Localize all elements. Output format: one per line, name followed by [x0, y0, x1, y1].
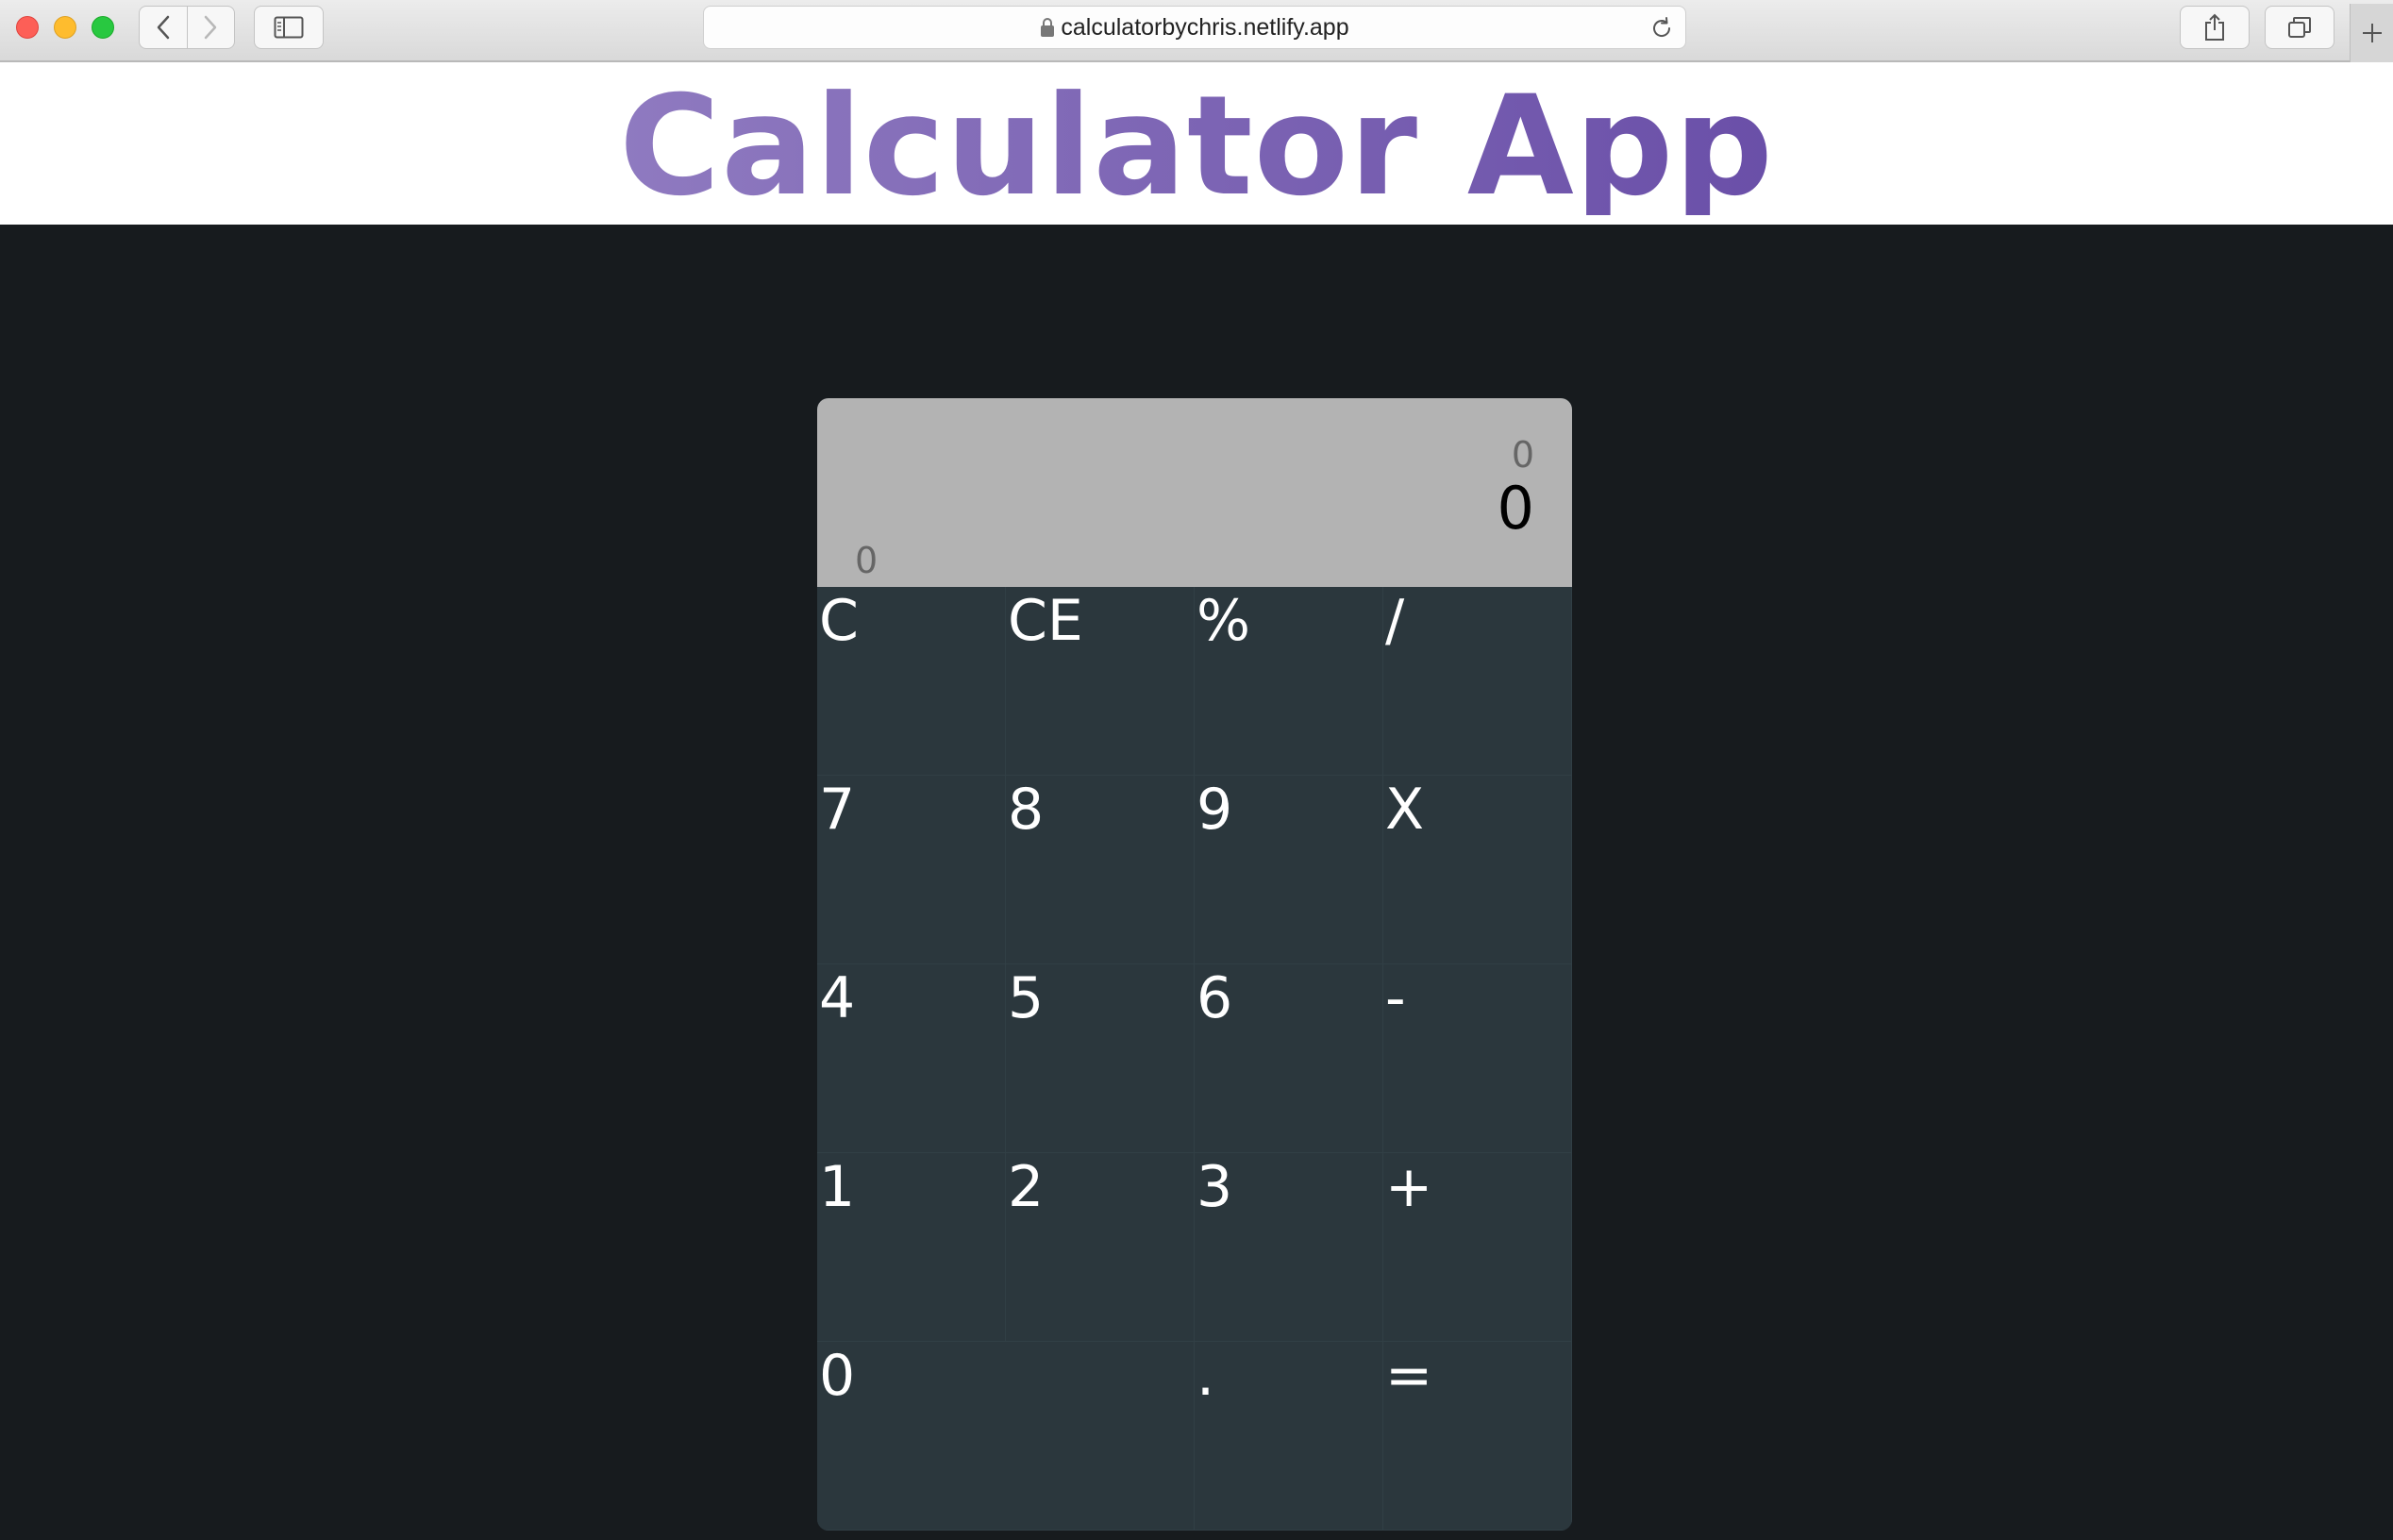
equals-button[interactable]: = — [1383, 1342, 1572, 1531]
plus-icon — [2362, 24, 2382, 42]
minimize-window-button[interactable] — [54, 16, 76, 39]
url-text: calculatorbychris.netlify.app — [1061, 13, 1349, 41]
chevron-left-icon — [157, 15, 169, 40]
tabs-icon — [2288, 17, 2311, 38]
add-button[interactable]: + — [1383, 1153, 1572, 1342]
zoom-window-button[interactable] — [92, 16, 114, 39]
subtract-button[interactable]: - — [1383, 964, 1572, 1153]
forward-button[interactable] — [186, 7, 235, 48]
sidebar-toggle-button[interactable] — [254, 6, 324, 49]
close-window-button[interactable] — [16, 16, 39, 39]
display-indicator: 0 — [855, 540, 879, 581]
digit-8-button[interactable]: 8 — [1006, 776, 1195, 964]
page-title: Calculator App — [619, 66, 1774, 226]
share-button[interactable] — [2180, 6, 2250, 49]
page-header: Calculator App — [0, 62, 2393, 225]
decimal-button[interactable]: . — [1195, 1342, 1383, 1531]
chevron-right-icon — [205, 15, 217, 40]
digit-5-button[interactable]: 5 — [1006, 964, 1195, 1153]
new-tab-button[interactable] — [2350, 4, 2393, 62]
browser-toolbar: calculatorbychris.netlify.app — [0, 0, 2393, 62]
navigation-buttons — [139, 6, 235, 49]
digit-2-button[interactable]: 2 — [1006, 1153, 1195, 1342]
digit-9-button[interactable]: 9 — [1195, 776, 1383, 964]
share-icon — [2205, 13, 2224, 41]
multiply-button[interactable]: X — [1383, 776, 1572, 964]
previous-operand: 0 — [1511, 434, 1534, 476]
digit-1-button[interactable]: 1 — [817, 1153, 1006, 1342]
digit-4-button[interactable]: 4 — [817, 964, 1006, 1153]
current-operand: 0 — [1497, 474, 1534, 543]
digit-0-button[interactable]: 0 — [817, 1342, 1195, 1531]
show-tabs-button[interactable] — [2265, 6, 2334, 49]
address-bar[interactable]: calculatorbychris.netlify.app — [703, 6, 1686, 49]
reload-icon[interactable] — [1649, 16, 1674, 41]
digit-6-button[interactable]: 6 — [1195, 964, 1383, 1153]
sidebar-icon — [274, 16, 304, 39]
lock-icon — [1041, 18, 1055, 37]
clear-entry-button[interactable]: CE — [1006, 587, 1195, 776]
digit-3-button[interactable]: 3 — [1195, 1153, 1383, 1342]
keypad: C CE % / 7 8 9 X 4 5 6 - 1 2 3 + 0 . = — [817, 587, 1572, 1531]
divide-button[interactable]: / — [1383, 587, 1572, 776]
clear-button[interactable]: C — [817, 587, 1006, 776]
back-button[interactable] — [140, 7, 187, 48]
calculator: 0 0 0 C CE % / 7 8 9 X 4 5 6 - 1 2 3 + 0… — [817, 398, 1572, 1531]
digit-7-button[interactable]: 7 — [817, 776, 1006, 964]
calculator-display: 0 0 0 — [817, 398, 1572, 587]
percent-button[interactable]: % — [1195, 587, 1383, 776]
